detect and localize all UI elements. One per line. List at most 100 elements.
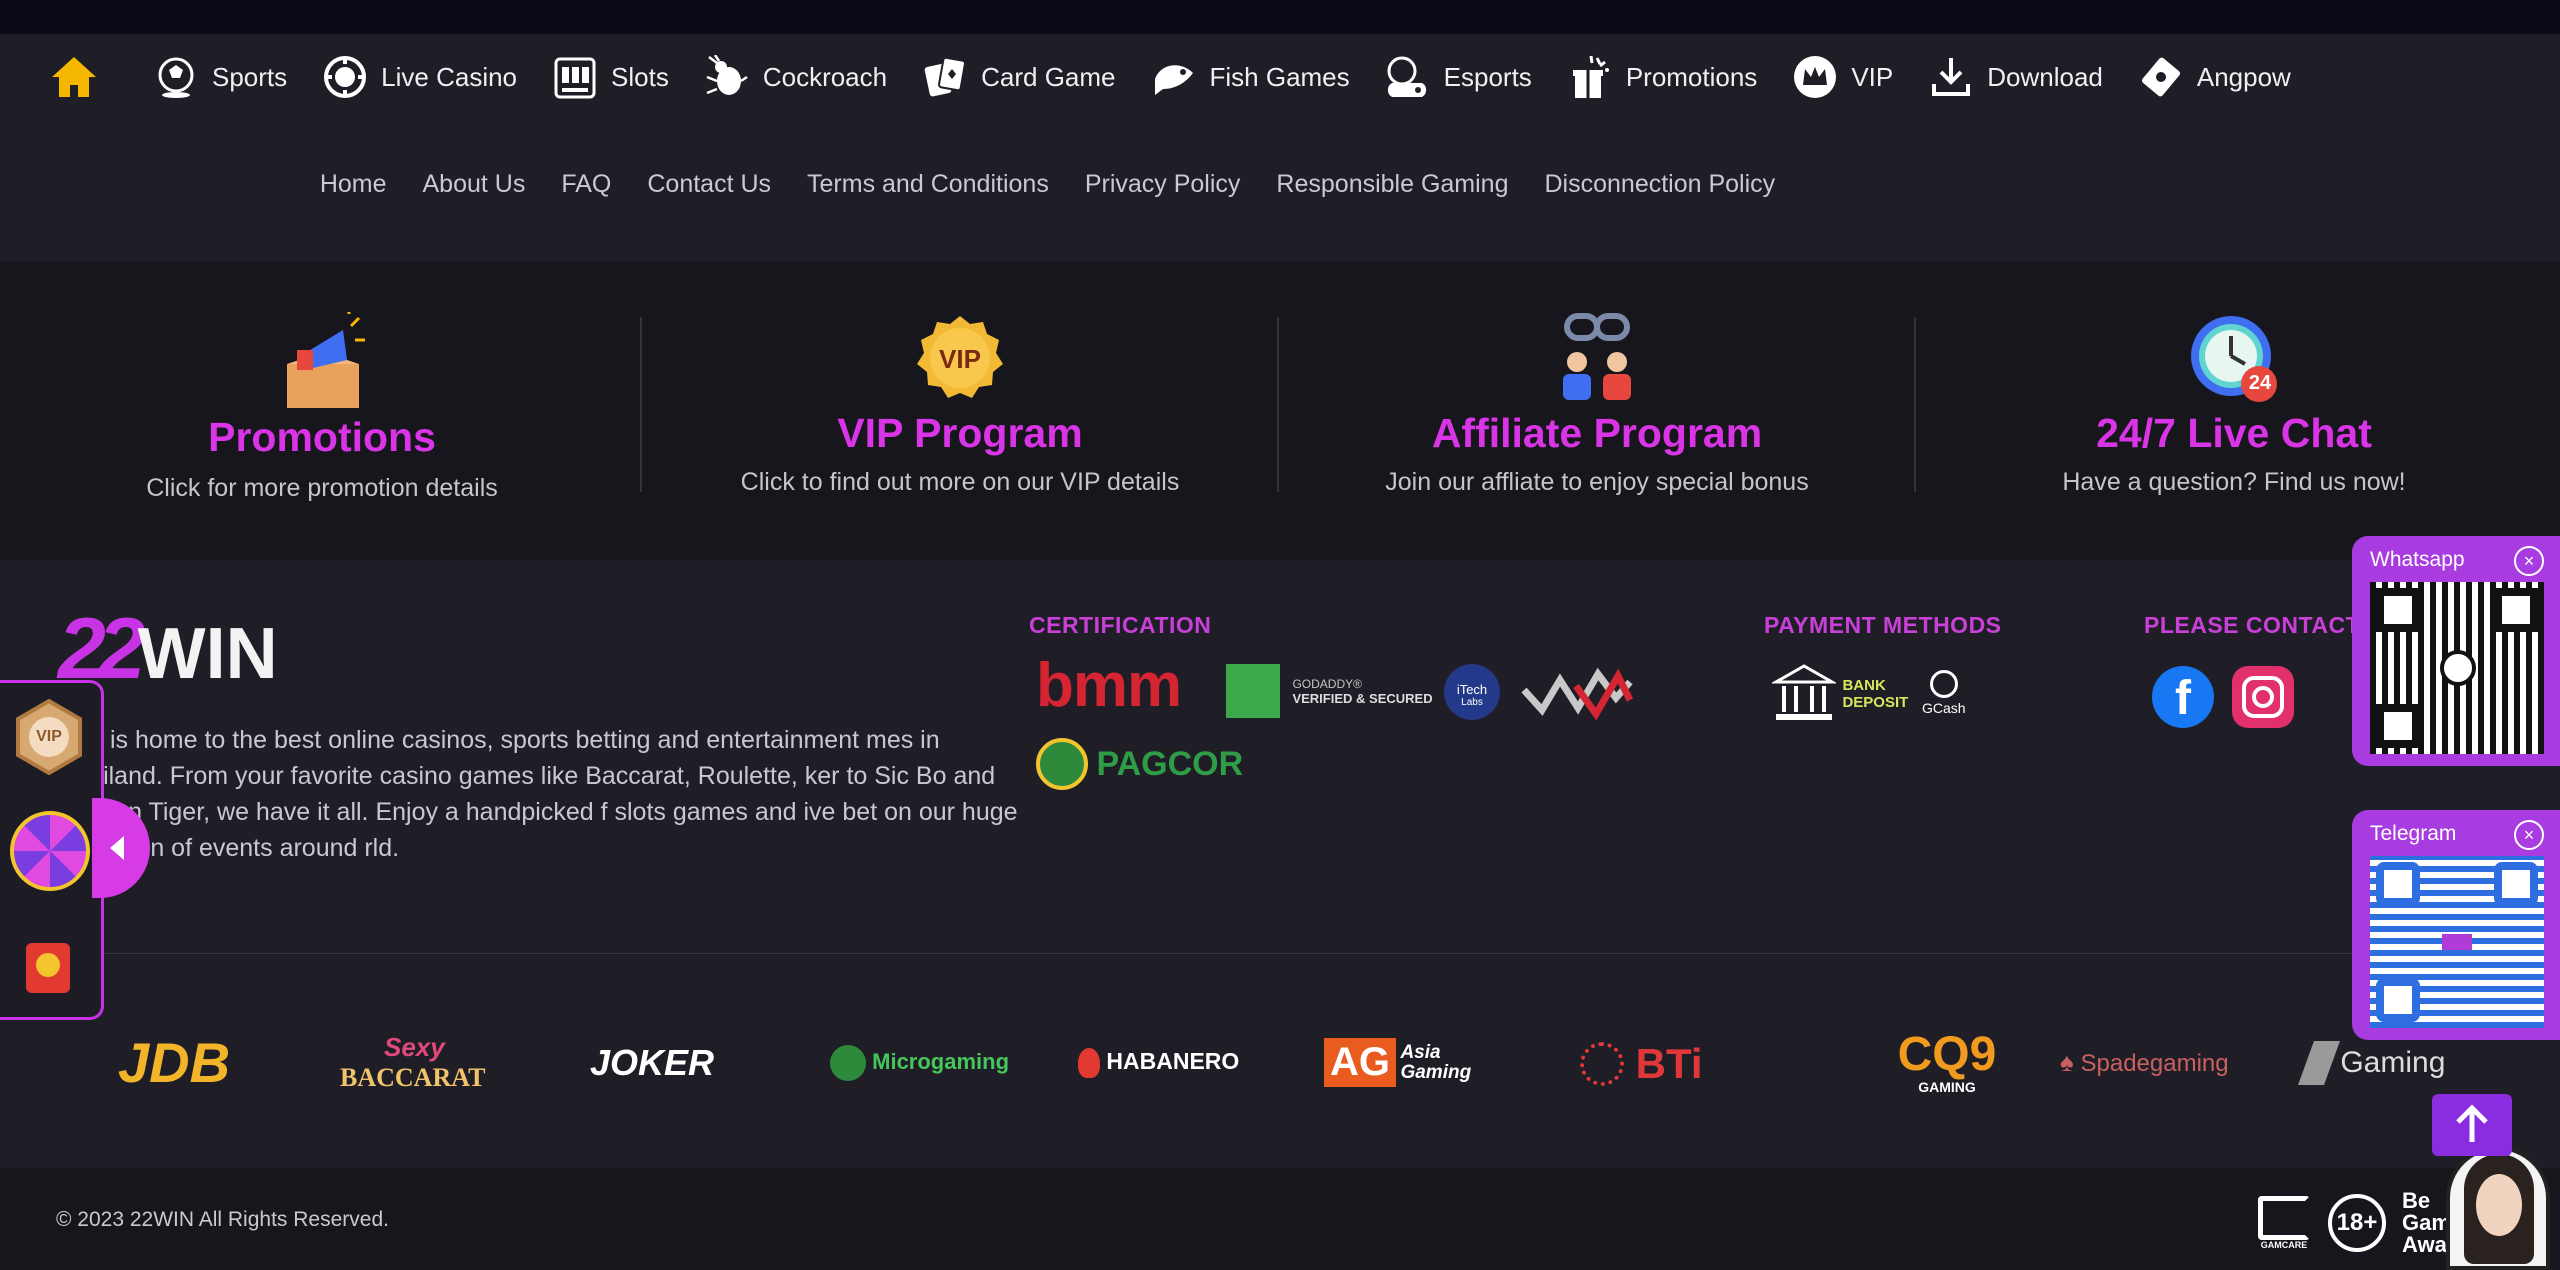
gamepad-icon — [1384, 53, 1432, 101]
top-strip — [0, 0, 2560, 34]
provider-microgaming: Microgaming — [830, 1044, 1078, 1081]
feature-title: Promotions — [208, 414, 436, 460]
link-privacy[interactable]: Privacy Policy — [1085, 170, 1241, 199]
bank-icon — [1770, 664, 1838, 720]
chevron-left-icon — [110, 836, 124, 860]
live-chat-avatar[interactable] — [2446, 1146, 2550, 1270]
logo-text: WIN — [137, 614, 278, 694]
feature-band: Promotions Click for more promotion deta… — [0, 262, 2560, 560]
nav-slots[interactable]: Slots — [551, 53, 669, 101]
whatsapp-qr-popup: Whatsapp × — [2352, 536, 2560, 766]
cert-itech-logo: iTech Labs — [1444, 664, 1500, 720]
nav-angpow[interactable]: Angpow — [2137, 53, 2291, 101]
nav-sports[interactable]: Sports — [152, 53, 287, 101]
nav-live-casino[interactable]: Live Casino — [321, 53, 517, 101]
nav-download[interactable]: Download — [1927, 53, 2103, 101]
clock-24-text: 24 — [2248, 372, 2272, 394]
whatsapp-icon — [2440, 650, 2476, 686]
sun-icon — [1036, 738, 1088, 790]
feature-desc: Click to find out more on our VIP detail… — [740, 468, 1180, 496]
provider-habanero: HABANERO — [1078, 1047, 1324, 1078]
itech-line1: iTech — [1456, 682, 1488, 697]
whatsapp-close-button[interactable]: × — [2514, 546, 2544, 576]
affiliate-people-icon — [1549, 312, 1645, 409]
nav-fish-games[interactable]: Fish Games — [1150, 53, 1350, 101]
cert-pagcor-logo: PAGCOR — [1036, 738, 1243, 790]
feature-desc: Have a question? Find us now! — [2062, 468, 2406, 496]
feature-desc: Join our affliate to enjoy special bonus — [1385, 468, 1809, 496]
feature-title: VIP Program — [837, 410, 1083, 456]
payment-bank-deposit[interactable]: BANK DEPOSIT — [1770, 662, 1908, 726]
playing-cards-icon — [921, 53, 969, 101]
link-disconnection-policy[interactable]: Disconnection Policy — [1545, 170, 1776, 199]
arrow-up-icon — [2456, 1104, 2488, 1142]
microgaming-icon — [830, 1044, 866, 1081]
nav-label: Esports — [1443, 61, 1532, 92]
link-terms[interactable]: Terms and Conditions — [807, 170, 1049, 199]
whatsapp-qr-title: Whatsapp — [2370, 548, 2465, 571]
cert-wave-logo — [1520, 664, 1634, 725]
ag-text: AG — [1324, 1038, 1396, 1087]
divider — [60, 953, 2500, 954]
provider-asia-gaming: AG Asia Gaming — [1324, 1038, 1580, 1087]
nav-label: Slots — [611, 61, 669, 92]
nav-card-game[interactable]: Card Game — [921, 53, 1116, 101]
link-responsible-gaming[interactable]: Responsible Gaming — [1276, 170, 1508, 199]
red-packet-icon[interactable] — [18, 933, 78, 997]
link-about-us[interactable]: About Us — [423, 170, 526, 199]
spade-icon: ♠ — [2060, 1047, 2074, 1077]
side-vip-text: VIP — [36, 728, 62, 745]
provider-sexy-baccarat: Sexy BACCARAT — [340, 1032, 590, 1093]
main-nav: Sports Live Casino Slots Cockroach Card … — [50, 44, 2325, 110]
provider-jdb: JDB — [118, 1031, 231, 1094]
asia-gaming-text: Asia Gaming — [1400, 1041, 1472, 1083]
age-18-badge: 18+ — [2328, 1194, 2386, 1252]
facebook-icon[interactable]: f — [2152, 666, 2214, 728]
habanero-icon — [1078, 1047, 1100, 1078]
bti-dots-icon — [1580, 1041, 1624, 1086]
gaming-text: Gaming — [2340, 1045, 2446, 1079]
telegram-qr-code[interactable] — [2370, 856, 2544, 1028]
cert-bmm-logo: bmm — [1036, 651, 1182, 720]
link-contact-us[interactable]: Contact Us — [647, 170, 771, 199]
nav-label: Fish Games — [1209, 61, 1350, 92]
provider-spadegaming: ♠ Spadegaming — [2060, 1047, 2306, 1078]
link-faq[interactable]: FAQ — [561, 170, 611, 199]
godaddy-line1: GODADDY® — [1292, 676, 1362, 691]
cert-godaddy-logo: GODADDY® VERIFIED & SECURED — [1226, 664, 1433, 718]
feature-promotions[interactable]: Promotions Click for more promotion deta… — [4, 262, 640, 560]
nav-esports[interactable]: Esports — [1384, 53, 1532, 101]
qr-center-logo — [2442, 934, 2472, 950]
soccer-ball-icon — [152, 53, 200, 101]
lucky-wheel-icon[interactable] — [10, 811, 90, 891]
feature-affiliate-program[interactable]: Affiliate Program Join our affliate to e… — [1279, 262, 1915, 560]
footer-badges: GAMCARE 18+ Be Gam Awar — [2258, 1190, 2455, 1256]
nav-cockroach[interactable]: Cockroach — [703, 53, 887, 101]
link-home[interactable]: Home — [320, 170, 387, 199]
telegram-close-button[interactable]: × — [2514, 820, 2544, 850]
feature-title: Affiliate Program — [1431, 410, 1763, 456]
back-to-top-button[interactable] — [2432, 1094, 2512, 1156]
nav-home[interactable] — [50, 53, 110, 101]
pagcor-text: PAGCOR — [1096, 744, 1244, 783]
telegram-qr-popup: Telegram × — [2352, 810, 2560, 1040]
instagram-icon[interactable] — [2232, 666, 2294, 728]
payment-gcash[interactable]: GCash — [1922, 670, 1966, 716]
nav-promotions[interactable]: Promotions — [1566, 53, 1757, 101]
godaddy-line2: VERIFIED & SECURED — [1292, 690, 1433, 706]
itech-line2: Labs — [1461, 697, 1483, 708]
provider-bti: BTi — [1580, 1037, 1834, 1088]
whatsapp-qr-code[interactable] — [2370, 582, 2544, 754]
feature-vip-program[interactable]: VIP VIP Program Click to find out more o… — [642, 262, 1278, 560]
nav-vip[interactable]: VIP — [1791, 53, 1893, 101]
side-vip-badge[interactable]: VIP — [14, 698, 84, 776]
feature-live-chat[interactable]: 24 24/7 Live Chat Have a question? Find … — [1916, 262, 2552, 560]
feature-title: 24/7 Live Chat — [2096, 410, 2372, 456]
feature-desc: Click for more promotion details — [146, 474, 498, 502]
provider-cq9: CQ9 GAMING — [1834, 1030, 2060, 1095]
telegram-qr-title: Telegram — [2370, 822, 2457, 845]
red-envelope-icon — [2137, 53, 2185, 101]
cq9-sub: GAMING — [1918, 1078, 1976, 1095]
clock-24-icon: 24 — [2189, 314, 2279, 409]
contact-heading: PLEASE CONTACT — [2144, 612, 2361, 638]
